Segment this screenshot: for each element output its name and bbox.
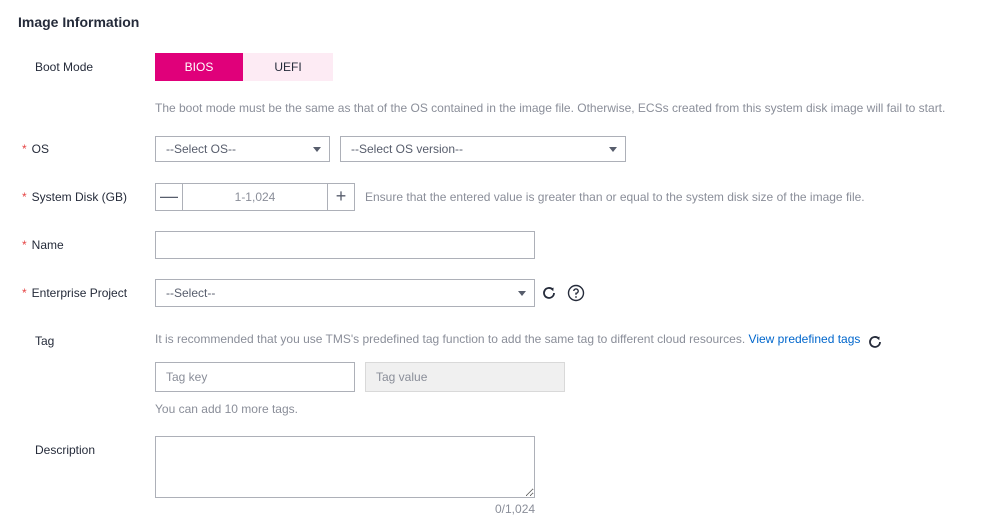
os-label: * OS [22,142,49,156]
name-label: * Name [22,238,64,252]
enterprise-project-label-text: Enterprise Project [31,286,128,300]
enterprise-project-label: * Enterprise Project [22,286,127,300]
required-mark: * [22,190,27,204]
system-disk-label: * System Disk (GB) [22,190,127,204]
boot-mode-uefi-option[interactable]: UEFI [243,53,333,81]
name-label-text: Name [31,238,64,252]
description-counter: 0/1,024 [495,502,536,516]
boot-mode-hint: The boot mode must be the same as that o… [155,101,946,115]
enterprise-project-select[interactable]: --Select-- [155,279,535,307]
description-label: Description [35,443,96,457]
required-mark: * [22,238,27,252]
system-disk-input[interactable] [183,184,327,210]
view-predefined-tags-link[interactable]: View predefined tags [749,332,861,346]
decrement-button[interactable]: — [156,184,183,210]
required-mark: * [22,142,27,156]
refresh-icon[interactable] [867,334,883,353]
boot-mode-bios-option[interactable]: BIOS [155,53,243,81]
os-version-select-value: --Select OS version-- [351,142,464,156]
tag-hint: It is recommended that you use TMS's pre… [155,332,860,346]
system-disk-label-text: System Disk (GB) [31,190,128,204]
chevron-down-icon [518,291,526,296]
section-title: Image Information [18,14,140,30]
tag-label: Tag [35,334,55,348]
system-disk-stepper: — + [155,183,355,211]
name-input[interactable] [155,231,535,259]
os-label-text: OS [31,142,50,156]
tag-key-input[interactable] [155,362,355,392]
boot-mode-label: Boot Mode [35,60,94,74]
help-icon[interactable] [567,284,585,305]
increment-button[interactable]: + [327,184,354,210]
tag-hint-text: It is recommended that you use TMS's pre… [155,332,746,346]
chevron-down-icon [313,147,321,152]
tag-remaining-text: You can add 10 more tags. [155,402,298,416]
os-version-select[interactable]: --Select OS version-- [340,136,626,162]
system-disk-hint: Ensure that the entered value is greater… [365,190,865,204]
os-select-value: --Select OS-- [166,142,237,156]
tag-value-input [365,362,565,392]
description-textarea[interactable] [155,436,535,498]
required-mark: * [22,286,27,300]
chevron-down-icon [609,147,617,152]
os-select[interactable]: --Select OS-- [155,136,330,162]
enterprise-project-select-value: --Select-- [166,286,216,300]
refresh-icon[interactable] [541,285,557,304]
